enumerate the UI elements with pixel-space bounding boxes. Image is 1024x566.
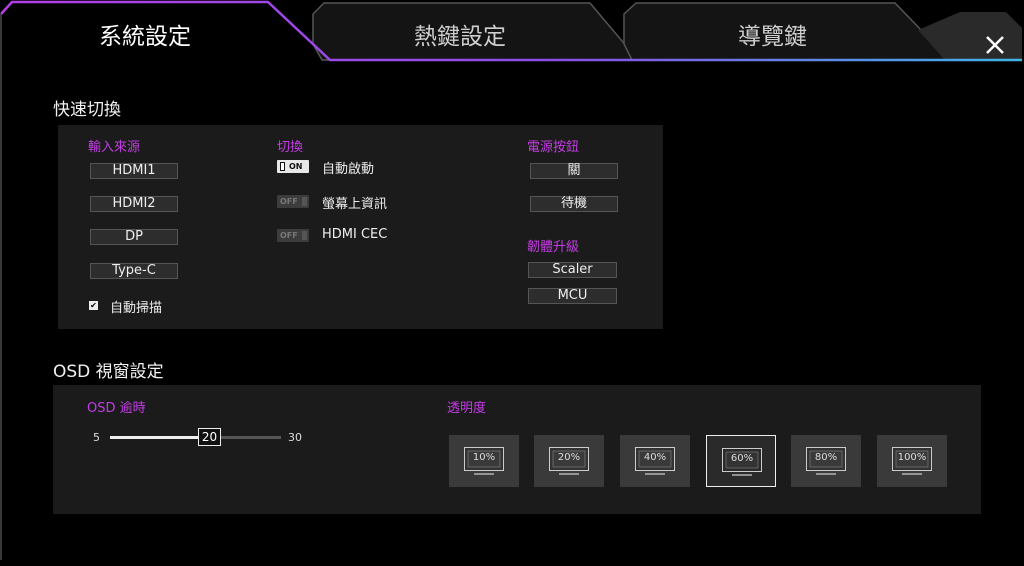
quick-switch-title: 快速切換 <box>53 100 121 120</box>
tab-navigation-keys[interactable]: 導覽鍵 <box>690 20 855 54</box>
slider-min-value: 5 <box>93 431 100 444</box>
transparency-100-button[interactable]: 100% <box>877 435 947 487</box>
toggle-knob <box>302 197 307 206</box>
firmware-upgrade-label: 韌體升級 <box>527 240 580 255</box>
transparency-value: 60% <box>730 453 754 464</box>
power-off-button[interactable]: 關 <box>530 163 618 179</box>
firmware-scaler-button[interactable]: Scaler <box>528 262 617 278</box>
transparency-value: 20% <box>557 452 581 463</box>
osd-info-label: 螢幕上資訊 <box>322 197 388 212</box>
input-dp-button[interactable]: DP <box>90 229 178 245</box>
transparency-value: 10% <box>472 452 496 463</box>
input-source-label: 輸入來源 <box>88 140 141 155</box>
close-button[interactable] <box>978 30 1012 60</box>
osd-timeout-slider-thumb[interactable]: 20 <box>198 428 221 446</box>
transparency-label: 透明度 <box>447 401 487 416</box>
transparency-20-button[interactable]: 20% <box>534 435 604 487</box>
osd-timeout-label: OSD 逾時 <box>87 401 146 416</box>
transparency-60-button[interactable]: 60% <box>706 435 776 487</box>
transparency-10-button[interactable]: 10% <box>449 435 519 487</box>
transparency-80-button[interactable]: 80% <box>791 435 861 487</box>
input-typec-button[interactable]: Type-C <box>90 263 178 279</box>
slider-max-value: 30 <box>288 431 302 444</box>
checkmark-icon: ✔ <box>90 301 97 310</box>
toggle-knob <box>280 162 285 171</box>
auto-scan-checkbox[interactable]: ✔ <box>89 301 98 310</box>
toggle-state: OFF <box>280 231 298 240</box>
transparency-value: 40% <box>643 452 667 463</box>
input-hdmi1-button[interactable]: HDMI1 <box>90 163 178 179</box>
auto-start-label: 自動啟動 <box>322 162 375 177</box>
toggle-state: OFF <box>280 197 298 206</box>
switch-label: 切換 <box>277 140 304 155</box>
hdmi-cec-label: HDMI CEC <box>322 227 388 242</box>
osd-settings-title: OSD 視窗設定 <box>53 362 164 382</box>
power-button-label: 電源按鈕 <box>527 140 580 155</box>
osd-info-toggle[interactable]: OFF <box>277 195 309 208</box>
transparency-value: 80% <box>814 452 838 463</box>
firmware-mcu-button[interactable]: MCU <box>528 288 617 304</box>
tab-hotkey-settings[interactable]: 熱鍵設定 <box>370 20 550 54</box>
transparency-value: 100% <box>897 452 927 463</box>
tab-system-settings[interactable]: 系統設定 <box>60 20 230 54</box>
toggle-state: ON <box>289 162 303 171</box>
input-hdmi2-button[interactable]: HDMI2 <box>90 196 178 212</box>
close-icon <box>986 36 1004 54</box>
osd-timeout-slider-fill <box>110 436 200 439</box>
toggle-knob <box>302 231 307 240</box>
auto-scan-label: 自動掃描 <box>110 301 163 316</box>
power-standby-button[interactable]: 待機 <box>530 196 618 212</box>
transparency-40-button[interactable]: 40% <box>620 435 690 487</box>
auto-start-toggle[interactable]: ON <box>277 160 309 173</box>
hdmi-cec-toggle[interactable]: OFF <box>277 229 309 242</box>
